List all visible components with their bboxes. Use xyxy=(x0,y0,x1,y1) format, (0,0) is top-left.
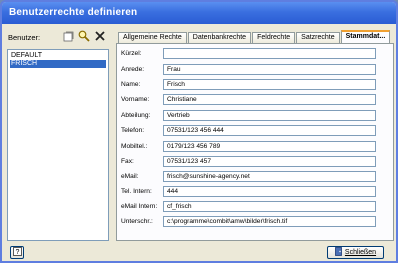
close-button-label: Schließen xyxy=(344,249,377,256)
tab-stammdaten[interactable]: Stammdat... xyxy=(340,30,391,44)
help-icon: ? xyxy=(12,247,22,258)
user-list[interactable]: DEFAULT FRISCH xyxy=(7,49,109,241)
new-user-icon[interactable] xyxy=(62,30,74,42)
email-field[interactable]: frisch@sunshine-agency.net xyxy=(163,171,376,182)
vorname-field[interactable]: Christiane xyxy=(163,94,376,105)
door-icon xyxy=(335,247,342,258)
delete-user-icon[interactable] xyxy=(94,30,106,42)
field-label: Name: xyxy=(121,81,141,88)
user-label: Benutzer: xyxy=(8,33,41,42)
field-label: Tel. Intern: xyxy=(121,188,152,195)
name-field[interactable]: Frisch xyxy=(163,79,376,90)
kuerzel-field[interactable] xyxy=(163,48,376,59)
svg-text:?: ? xyxy=(15,249,19,256)
field-label: eMail: xyxy=(121,173,139,180)
unterschrift-field[interactable]: c:\programme\combit\amw\bilder\frisch.ti… xyxy=(163,216,376,227)
field-label: Abteilung: xyxy=(121,112,151,119)
email-intern-field[interactable]: cf_frisch xyxy=(163,201,376,212)
close-button[interactable]: Schließen xyxy=(327,246,384,259)
help-button[interactable]: ? xyxy=(10,246,24,259)
list-item[interactable]: FRISCH xyxy=(10,60,106,68)
field-label: Mobiltel.: xyxy=(121,143,148,150)
fax-field[interactable]: 07531/123 457 xyxy=(163,156,376,167)
field-label: eMail Intern: xyxy=(121,203,158,210)
field-label: Kürzel: xyxy=(121,50,142,57)
tel-intern-field[interactable]: 444 xyxy=(163,186,376,197)
field-label: Vorname: xyxy=(121,96,150,103)
mobiltel-field[interactable]: 0179/123 456 789 xyxy=(163,141,376,152)
list-item[interactable]: DEFAULT xyxy=(10,52,106,60)
field-label: Telefon: xyxy=(121,127,145,134)
search-user-icon[interactable] xyxy=(78,30,90,42)
field-label: Unterschr.: xyxy=(121,218,153,225)
field-label: Fax: xyxy=(121,158,134,165)
abteilung-field[interactable]: Vertrieb xyxy=(163,110,376,121)
stammdaten-panel: Kürzel: Anrede: Frau Name: Frisch Vornam… xyxy=(116,43,394,241)
field-label: Anrede: xyxy=(121,66,145,73)
telefon-field[interactable]: 07531/123 456 444 xyxy=(163,125,376,136)
user-rights-dialog: Benutzerrechte definieren Benutzer: DEFA… xyxy=(0,0,398,263)
window-title: Benutzerrechte definieren xyxy=(2,2,396,24)
anrede-field[interactable]: Frau xyxy=(163,64,376,75)
